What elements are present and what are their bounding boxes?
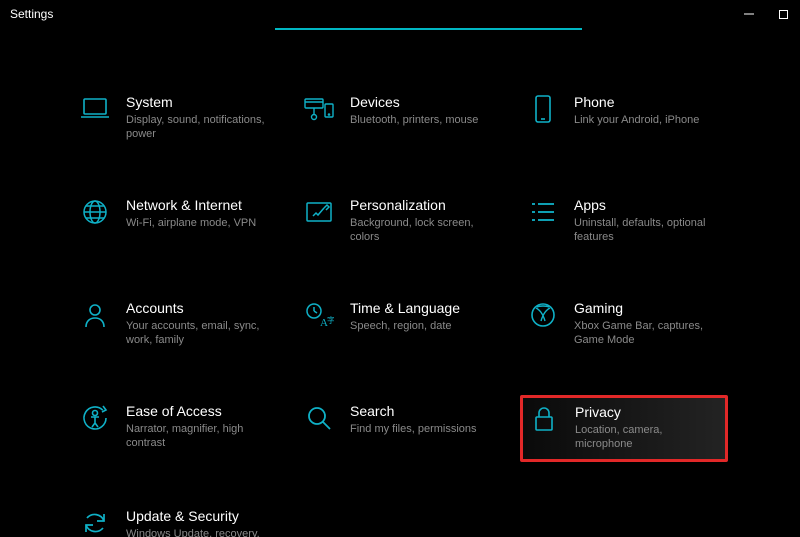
tile-phone[interactable]: Phone Link your Android, iPhone bbox=[520, 86, 728, 151]
time-language-icon: A字 bbox=[302, 298, 336, 332]
ease-of-access-icon bbox=[78, 401, 112, 435]
person-icon bbox=[78, 298, 112, 332]
tile-subtitle: Uninstall, defaults, optional features bbox=[574, 216, 720, 244]
tile-subtitle: Speech, region, date bbox=[350, 319, 496, 333]
tile-subtitle: Link your Android, iPhone bbox=[574, 113, 720, 127]
tile-title: Accounts bbox=[126, 298, 272, 317]
xbox-icon bbox=[526, 298, 560, 332]
window-title: Settings bbox=[8, 7, 53, 21]
tile-title: Time & Language bbox=[350, 298, 496, 317]
tile-accounts[interactable]: Accounts Your accounts, email, sync, wor… bbox=[72, 292, 280, 357]
tile-subtitle: Narrator, magnifier, high contrast bbox=[126, 422, 272, 450]
tile-title: Privacy bbox=[575, 402, 719, 421]
window-controls bbox=[738, 0, 794, 28]
tile-title: System bbox=[126, 92, 272, 111]
svg-text:字: 字 bbox=[327, 315, 334, 325]
tile-network[interactable]: Network & Internet Wi-Fi, airplane mode,… bbox=[72, 189, 280, 254]
tile-title: Search bbox=[350, 401, 496, 420]
empty-cell bbox=[296, 500, 504, 537]
tile-ease-of-access[interactable]: Ease of Access Narrator, magnifier, high… bbox=[72, 395, 280, 462]
tile-devices[interactable]: Devices Bluetooth, printers, mouse bbox=[296, 86, 504, 151]
laptop-icon bbox=[78, 92, 112, 126]
tile-title: Ease of Access bbox=[126, 401, 272, 420]
titlebar: Settings bbox=[0, 0, 800, 28]
tile-subtitle: Your accounts, email, sync, work, family bbox=[126, 319, 272, 347]
tile-privacy[interactable]: Privacy Location, camera, microphone bbox=[520, 395, 728, 462]
apps-list-icon bbox=[526, 195, 560, 229]
tile-title: Personalization bbox=[350, 195, 496, 214]
settings-grid: System Display, sound, notifications, po… bbox=[72, 86, 728, 537]
update-icon bbox=[78, 506, 112, 537]
tile-title: Apps bbox=[574, 195, 720, 214]
lock-icon bbox=[527, 402, 561, 436]
globe-icon bbox=[78, 195, 112, 229]
tile-title: Phone bbox=[574, 92, 720, 111]
settings-content: System Display, sound, notifications, po… bbox=[0, 28, 800, 537]
tile-update-security[interactable]: Update & Security Windows Update, recove… bbox=[72, 500, 280, 537]
search-underline[interactable] bbox=[275, 28, 582, 30]
maximize-button[interactable] bbox=[772, 4, 794, 24]
tile-title: Gaming bbox=[574, 298, 720, 317]
tile-time-language[interactable]: A字 Time & Language Speech, region, date bbox=[296, 292, 504, 357]
tile-subtitle: Background, lock screen, colors bbox=[350, 216, 496, 244]
tile-subtitle: Display, sound, notifications, power bbox=[126, 113, 272, 141]
tile-system[interactable]: System Display, sound, notifications, po… bbox=[72, 86, 280, 151]
tile-gaming[interactable]: Gaming Xbox Game Bar, captures, Game Mod… bbox=[520, 292, 728, 357]
phone-icon bbox=[526, 92, 560, 126]
devices-icon bbox=[302, 92, 336, 126]
search-icon bbox=[302, 401, 336, 435]
tile-subtitle: Find my files, permissions bbox=[350, 422, 496, 436]
tile-apps[interactable]: Apps Uninstall, defaults, optional featu… bbox=[520, 189, 728, 254]
tile-title: Devices bbox=[350, 92, 496, 111]
tile-search[interactable]: Search Find my files, permissions bbox=[296, 395, 504, 462]
tile-title: Update & Security bbox=[126, 506, 272, 525]
tile-subtitle: Windows Update, recovery, backup bbox=[126, 527, 272, 537]
minimize-button[interactable] bbox=[738, 4, 760, 24]
tile-title: Network & Internet bbox=[126, 195, 272, 214]
tile-subtitle: Location, camera, microphone bbox=[575, 423, 719, 451]
tile-subtitle: Bluetooth, printers, mouse bbox=[350, 113, 496, 127]
tile-subtitle: Xbox Game Bar, captures, Game Mode bbox=[574, 319, 720, 347]
tile-subtitle: Wi-Fi, airplane mode, VPN bbox=[126, 216, 272, 230]
paintbrush-icon bbox=[302, 195, 336, 229]
empty-cell bbox=[520, 500, 728, 537]
tile-personalization[interactable]: Personalization Background, lock screen,… bbox=[296, 189, 504, 254]
